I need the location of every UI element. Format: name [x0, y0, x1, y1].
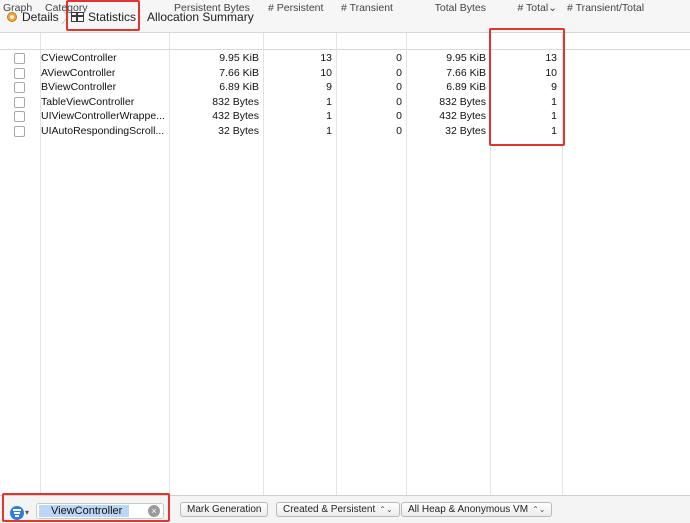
total-bytes-cell: 32 Bytes	[445, 125, 486, 137]
clear-icon[interactable]: ×	[148, 505, 160, 517]
persistent-count-cell: 9	[326, 81, 332, 94]
category-cell: UIAutoRespondingScroll...	[41, 125, 165, 137]
heap-select-value: All Heap & Anonymous VM	[408, 504, 529, 515]
persistent-bytes-cell: 9.95 KiB	[219, 52, 259, 64]
persistent-count-cell: 1	[326, 110, 332, 123]
total-bytes-cell: 432 Bytes	[439, 110, 486, 123]
column-header-persistent-count[interactable]: # Persistent	[264, 0, 336, 17]
persistent-count-cell: 13	[320, 52, 332, 64]
transient-count-cell: 0	[396, 66, 402, 79]
total-bytes-cell: 6.89 KiB	[446, 81, 486, 94]
table-header	[0, 33, 690, 50]
heap-select[interactable]: All Heap & Anonymous VM ⌃⌄	[401, 502, 553, 517]
category-cell: TableViewController	[41, 95, 135, 108]
category-cell: CViewController	[41, 52, 117, 64]
total-bytes-cell: 7.66 KiB	[446, 66, 486, 79]
column-header-graph[interactable]: Graph	[0, 0, 40, 17]
transient-count-cell: 0	[396, 110, 402, 123]
mark-generation-label: Mark Generation	[187, 504, 262, 515]
column-header-category[interactable]: Category	[41, 0, 169, 17]
column-header-total-count[interactable]: # Total⌄	[491, 0, 562, 17]
persistent-count-cell: 1	[326, 95, 332, 108]
table-row[interactable]: TableViewController 832 Bytes 1 0 832 By…	[0, 95, 562, 110]
up-down-icon: ⌃⌄	[379, 505, 393, 514]
transient-count-cell: 0	[396, 52, 402, 64]
persistent-bytes-cell: 32 Bytes	[218, 125, 259, 137]
persistent-bytes-cell: 6.89 KiB	[219, 81, 259, 94]
up-down-icon: ⌃⌄	[532, 505, 546, 514]
table-row[interactable]: AViewController 7.66 KiB 10 0 7.66 KiB 1…	[0, 66, 562, 81]
graph-checkbox[interactable]	[14, 126, 25, 137]
category-cell: UIViewControllerWrappe...	[41, 110, 165, 123]
graph-checkbox[interactable]	[14, 67, 25, 79]
category-cell: AViewController	[41, 66, 116, 79]
total-count-cell: 10	[545, 66, 557, 79]
total-bytes-cell: 9.95 KiB	[446, 52, 486, 64]
graph-checkbox[interactable]	[14, 53, 25, 64]
mark-generation-button[interactable]: Mark Generation	[180, 502, 269, 517]
chevron-down-icon[interactable]: ▾	[25, 508, 29, 518]
transient-count-cell: 0	[396, 95, 402, 108]
sort-descending-icon: ⌄	[548, 2, 557, 14]
persistent-bytes-cell: 432 Bytes	[212, 110, 259, 123]
total-count-cell: 1	[551, 95, 557, 108]
table-row[interactable]: CViewController 9.95 KiB 13 0 9.95 KiB 1…	[0, 51, 562, 66]
column-header-total-label: # Total	[517, 2, 549, 14]
column-header-transient-total[interactable]: # Transient/Total	[563, 0, 690, 17]
column-divider[interactable]	[562, 33, 563, 495]
total-bytes-cell: 832 Bytes	[439, 95, 486, 108]
column-header-persistent-bytes[interactable]: Persistent Bytes	[170, 0, 263, 17]
total-count-cell: 13	[545, 52, 557, 64]
total-count-cell: 9	[551, 81, 557, 94]
filter-input-value[interactable]: ViewController	[39, 505, 130, 517]
persistent-bytes-cell: 832 Bytes	[212, 95, 259, 108]
filter-icon[interactable]	[10, 506, 24, 520]
transient-count-cell: 0	[396, 81, 402, 94]
column-header-transient-count[interactable]: # Transient	[337, 0, 406, 17]
total-count-cell: 1	[551, 125, 557, 137]
persistent-count-cell: 1	[326, 125, 332, 137]
graph-checkbox[interactable]	[14, 96, 25, 108]
table-row[interactable]: UIAutoRespondingScroll... 32 Bytes 1 0 3…	[0, 124, 562, 139]
column-header-total-bytes[interactable]: Total Bytes	[407, 0, 490, 17]
lifespan-select-value: Created & Persistent	[283, 504, 376, 515]
graph-checkbox[interactable]	[14, 82, 25, 94]
persistent-bytes-cell: 7.66 KiB	[219, 66, 259, 79]
table-row[interactable]: UIViewControllerWrappe... 432 Bytes 1 0 …	[0, 109, 562, 124]
transient-count-cell: 0	[396, 125, 402, 137]
lifespan-select[interactable]: Created & Persistent ⌃⌄	[276, 502, 400, 517]
graph-checkbox[interactable]	[14, 111, 25, 123]
total-count-cell: 1	[551, 110, 557, 123]
persistent-count-cell: 10	[320, 66, 332, 79]
category-cell: BViewController	[41, 81, 117, 94]
table-row[interactable]: BViewController 6.89 KiB 9 0 6.89 KiB 9	[0, 80, 562, 95]
